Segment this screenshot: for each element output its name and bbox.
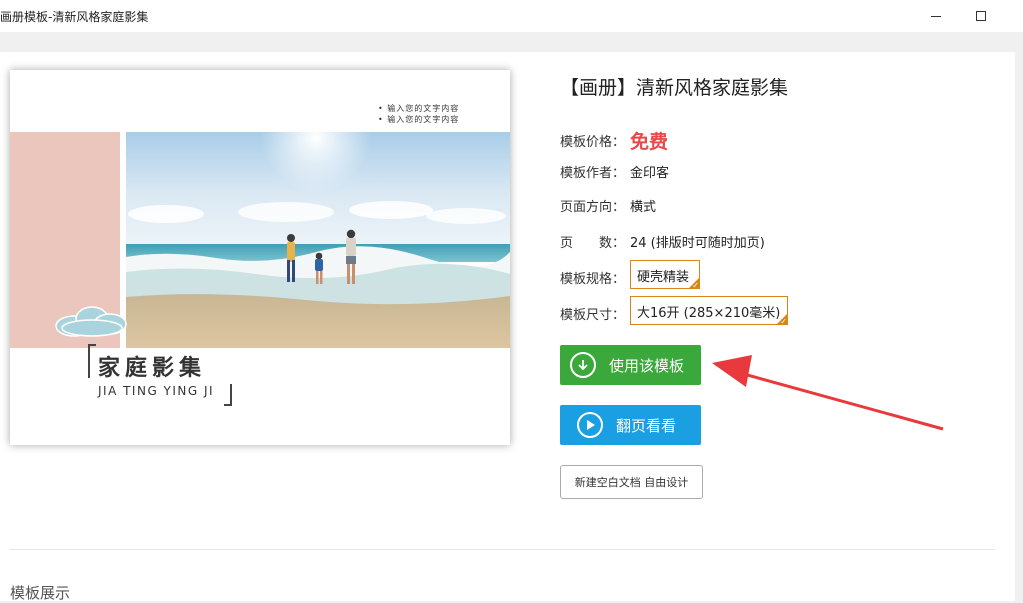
pages-row: 页 数： 24 (排版时可随时加页) [560, 232, 765, 251]
preview-notes: 输入您的文字内容 输入您的文字内容 [378, 103, 459, 125]
author-row: 模板作者： 金印客 [560, 162, 669, 181]
new-blank-document-button[interactable]: 新建空白文档 自由设计 [560, 465, 703, 499]
play-circle-icon [577, 412, 603, 438]
download-circle-icon [570, 352, 596, 378]
author-value: 金印客 [630, 166, 670, 181]
preview-subheading: JIA TING YING JI [98, 384, 215, 398]
orientation-value: 横式 [630, 200, 657, 215]
price-label: 模板价格： [560, 135, 626, 150]
check-icon: ✓ [780, 317, 787, 326]
title-bar: 画册模板-清新风格家庭影集 [0, 0, 1023, 32]
preview-heading: 家庭影集 [98, 356, 207, 381]
maximize-button[interactable] [958, 0, 1004, 32]
flip-view-button[interactable]: 翻页看看 [560, 405, 701, 445]
minimize-icon [931, 15, 941, 17]
spec-label: 模板规格： [560, 272, 626, 287]
spec-row: 模板规格： [560, 268, 630, 287]
minimize-button[interactable] [913, 0, 959, 32]
price-row: 模板价格： 免费 [560, 127, 668, 154]
cloud-icon [52, 304, 132, 342]
check-icon: ✓ [692, 281, 699, 290]
preview-note-2: 输入您的文字内容 [378, 114, 459, 125]
maximize-icon [976, 11, 986, 21]
template-showcase-heading: 模板展示 [10, 584, 71, 602]
pages-label: 页 数： [560, 236, 626, 251]
use-template-label: 使用该模板 [609, 356, 685, 375]
new-blank-document-label: 新建空白文档 自由设计 [574, 476, 689, 489]
pages-value: 24 (排版时可随时加页) [630, 236, 765, 251]
template-preview[interactable]: 输入您的文字内容 输入您的文字内容 [10, 70, 510, 445]
red-arrow-annotation [700, 345, 950, 439]
bracket-top-left [88, 344, 96, 378]
use-template-button[interactable]: 使用该模板 [560, 345, 701, 385]
bracket-bottom-right [224, 384, 232, 406]
preview-note-1: 输入您的文字内容 [378, 103, 459, 114]
orientation-row: 页面方向： 横式 [560, 196, 656, 215]
orientation-label: 页面方向： [560, 200, 626, 215]
spec-value: 硬壳精装 [637, 270, 690, 285]
price-value: 免费 [630, 131, 669, 153]
size-value: 大16开 (285×210毫米) [637, 306, 781, 321]
size-row: 模板尺寸： [560, 304, 630, 323]
template-title: 【画册】清新风格家庭影集 [560, 77, 789, 99]
preview-beach-photo [126, 132, 510, 348]
size-label: 模板尺寸： [560, 308, 626, 323]
spec-option-selected[interactable]: 硬壳精装 ✓ [630, 260, 700, 290]
size-option-selected[interactable]: 大16开 (285×210毫米) ✓ [630, 296, 788, 326]
author-label: 模板作者： [560, 166, 626, 181]
window-title: 画册模板-清新风格家庭影集 [0, 10, 149, 24]
section-divider [10, 549, 995, 550]
flip-view-label: 翻页看看 [616, 416, 677, 435]
